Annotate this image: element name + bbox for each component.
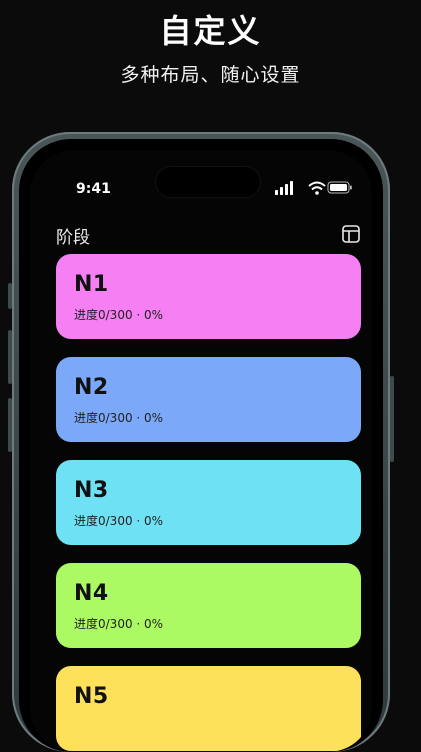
- stage-name: N3: [74, 478, 109, 503]
- promo-subtitle: 多种布局、随心设置: [120, 64, 301, 86]
- status-icons: [275, 181, 352, 195]
- stage-card-n5[interactable]: N5: [56, 666, 361, 751]
- stage-card-n3[interactable]: N3 进度0/300 · 0%: [56, 460, 361, 545]
- wifi-icon: [308, 181, 326, 195]
- stage-progress: 进度0/300 · 0%: [74, 617, 164, 631]
- stage-card-n2[interactable]: N2 进度0/300 · 0%: [56, 357, 361, 442]
- layout-icon[interactable]: [342, 225, 360, 243]
- status-time: 9:41: [76, 181, 111, 197]
- battery-icon: [327, 181, 352, 194]
- stage-name: N2: [74, 375, 109, 400]
- promo-title: 自定义: [159, 12, 262, 50]
- page-title: 阶段: [56, 228, 90, 248]
- stage-progress: 进度0/300 · 0%: [74, 308, 164, 322]
- stage-progress: 进度0/300 · 0%: [74, 514, 164, 528]
- signal-icon: [275, 181, 293, 195]
- stage-progress: 进度0/300 · 0%: [74, 411, 164, 425]
- phone-screen: 9:41 阶段 N1 进度0/300 · 0% N2 进度0/300 · 0% …: [30, 150, 372, 752]
- stage-name: N5: [74, 684, 109, 709]
- dynamic-island: [156, 167, 260, 197]
- power-button: [390, 376, 394, 462]
- stage-name: N1: [74, 272, 109, 297]
- phone-frame: 9:41 阶段 N1 进度0/300 · 0% N2 进度0/300 · 0% …: [12, 132, 390, 752]
- stage-name: N4: [74, 581, 109, 606]
- phone-bezel: 9:41 阶段 N1 进度0/300 · 0% N2 进度0/300 · 0% …: [19, 139, 383, 752]
- stage-card-n4[interactable]: N4 进度0/300 · 0%: [56, 563, 361, 648]
- stage-card-n1[interactable]: N1 进度0/300 · 0%: [56, 254, 361, 339]
